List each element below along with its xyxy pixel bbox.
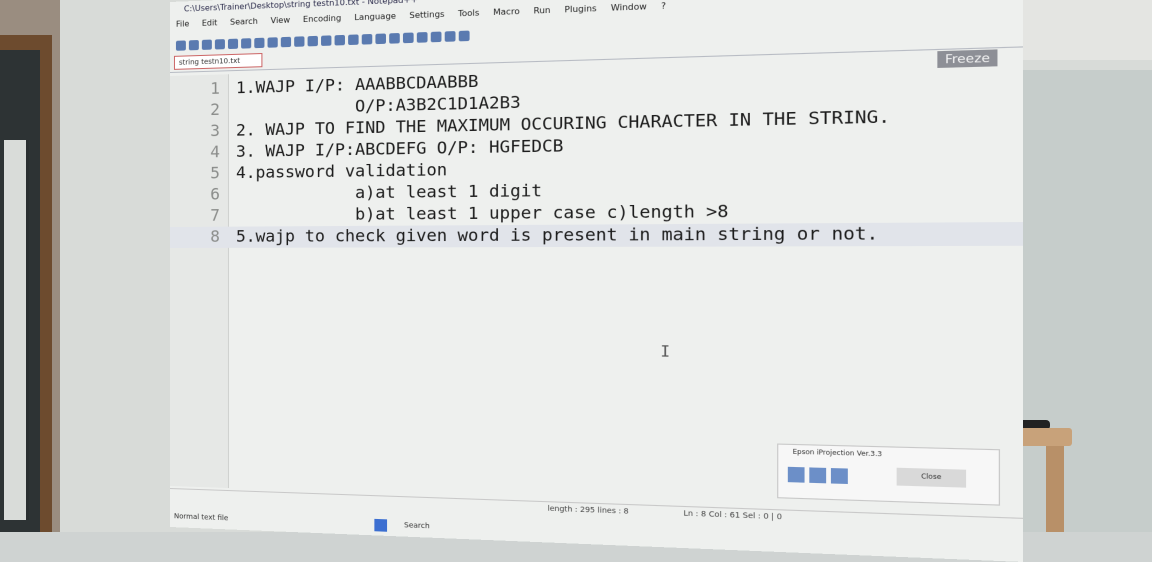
line-number: 2 xyxy=(210,99,220,120)
print-icon[interactable] xyxy=(254,37,265,49)
line-number: 1 xyxy=(210,78,220,98)
zoom-out-icon[interactable] xyxy=(375,33,386,45)
menu-help[interactable]: ? xyxy=(661,1,666,11)
find-icon[interactable] xyxy=(334,34,345,46)
menu-macro[interactable]: Macro xyxy=(493,7,520,17)
status-length: length : 295 lines : 8 xyxy=(547,504,629,516)
redo-icon[interactable] xyxy=(321,35,332,46)
line-number: 3 xyxy=(210,120,220,141)
sync-icon[interactable] xyxy=(389,32,400,44)
pause-icon[interactable] xyxy=(830,468,848,485)
close-all-icon[interactable] xyxy=(241,38,252,49)
line-number: 4 xyxy=(210,142,220,162)
paste-icon[interactable] xyxy=(294,36,305,47)
zoom-in-icon[interactable] xyxy=(361,33,373,45)
door-glass xyxy=(4,140,29,520)
menu-tools[interactable]: Tools xyxy=(458,8,479,18)
menu-settings[interactable]: Settings xyxy=(409,10,444,21)
line-number: 5 xyxy=(210,163,220,183)
projected-screen: C:\Users\Trainer\Desktop\string testn10.… xyxy=(170,0,1023,562)
menu-edit[interactable]: Edit xyxy=(202,18,218,28)
menu-view[interactable]: View xyxy=(271,15,290,25)
tab-label: string testn10.txt xyxy=(178,56,241,67)
macro-record-icon[interactable] xyxy=(430,31,442,43)
line-number: 6 xyxy=(210,184,220,204)
wrap-icon[interactable] xyxy=(402,32,414,44)
cut-icon[interactable] xyxy=(267,37,278,48)
line-text: b)at least 1 upper case c)length >8 xyxy=(236,200,729,225)
status-position: Ln : 8 Col : 61 Sel : 0 | 0 xyxy=(683,509,783,522)
editor-line-current: 8 5.wajp to check given word is present i… xyxy=(170,222,1023,248)
tab-string-testn10[interactable]: string testn10.txt xyxy=(173,52,263,70)
copy-icon[interactable] xyxy=(280,36,292,48)
replace-icon[interactable] xyxy=(348,34,359,46)
open-file-icon[interactable] xyxy=(188,39,199,51)
close-button[interactable]: Close xyxy=(896,467,967,488)
close-icon[interactable] xyxy=(227,38,239,50)
projection-toolbar: Epson iProjection Ver.3.3 Close xyxy=(777,443,1001,506)
menu-language[interactable]: Language xyxy=(354,11,396,22)
play-icon[interactable] xyxy=(787,466,805,483)
line-text: 4.password validation xyxy=(236,159,448,183)
save-icon[interactable] xyxy=(201,39,212,50)
macro-stop-icon[interactable] xyxy=(444,31,456,42)
new-file-icon[interactable] xyxy=(175,40,186,51)
line-text: 5.wajp to check given word is present in… xyxy=(236,222,879,246)
line-text: a)at least 1 digit xyxy=(236,180,542,204)
status-file-type: Normal text file xyxy=(173,512,229,523)
indent-guide-icon[interactable] xyxy=(416,32,428,43)
line-number: 8 xyxy=(210,226,220,246)
menu-plugins[interactable]: Plugins xyxy=(565,4,597,15)
windows-start-icon[interactable] xyxy=(374,518,388,532)
menu-encoding[interactable]: Encoding xyxy=(303,13,341,24)
stop-icon[interactable] xyxy=(809,467,827,484)
undo-icon[interactable] xyxy=(307,35,318,47)
projection-title: Epson iProjection Ver.3.3 xyxy=(792,448,882,459)
line-number: 7 xyxy=(210,205,220,225)
taskbar-search[interactable]: Search xyxy=(404,521,430,530)
menu-file[interactable]: File xyxy=(176,19,189,29)
menu-run[interactable]: Run xyxy=(534,5,551,15)
stool-leg xyxy=(1046,446,1064,532)
ibeam-cursor-icon: I xyxy=(660,343,671,361)
save-all-icon[interactable] xyxy=(214,39,225,50)
macro-play-icon[interactable] xyxy=(458,30,470,42)
menu-search[interactable]: Search xyxy=(230,17,258,27)
menu-window[interactable]: Window xyxy=(611,2,647,13)
